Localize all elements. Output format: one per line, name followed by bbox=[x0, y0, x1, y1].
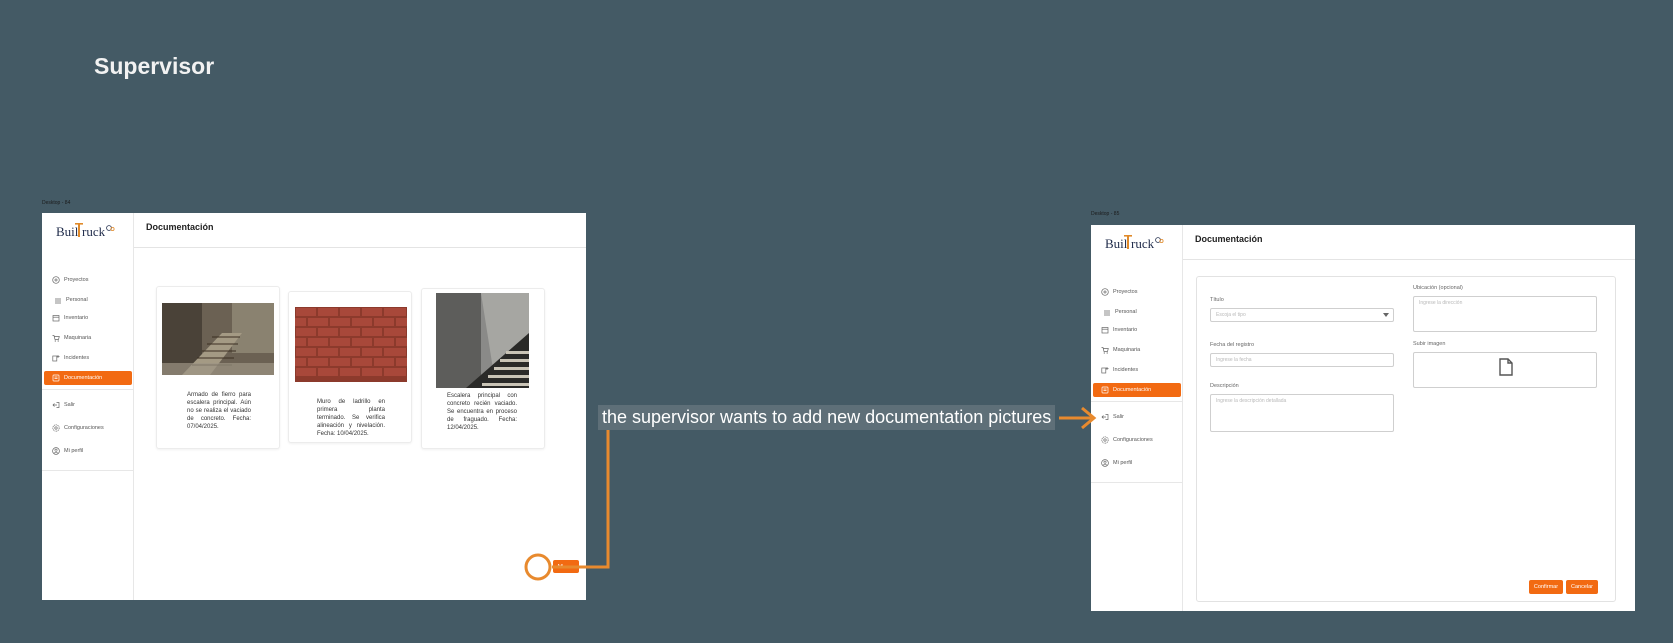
tap-indicator bbox=[524, 553, 552, 581]
connector-arrow bbox=[524, 406, 1097, 581]
annotation-label: the supervisor wants to add new document… bbox=[598, 405, 1056, 430]
